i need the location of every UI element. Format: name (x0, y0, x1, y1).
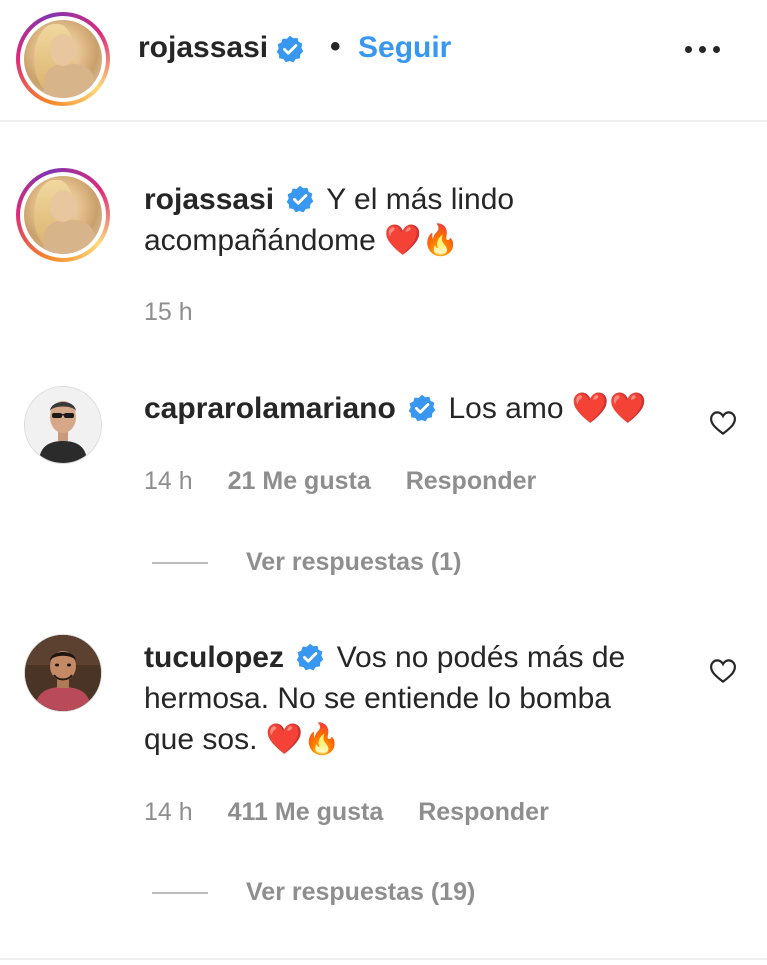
view-replies-label: Ver respuestas (19) (246, 878, 476, 906)
comment-line-3: que sos. (144, 723, 258, 756)
comment-meta: 14 h 21 Me gusta Responder (144, 467, 564, 496)
like-heart-icon[interactable] (708, 408, 738, 438)
comment-meta: 14 h 411 Me gusta Responder (144, 798, 577, 827)
comment-username[interactable]: tuculopez (144, 641, 284, 674)
comment-emoji: ❤️❤️ (571, 392, 647, 425)
caption-text: rojassasi Y el más lindo acompañándome ❤… (144, 179, 704, 261)
verified-badge-icon (297, 643, 324, 671)
comment-likes[interactable]: 411 Me gusta (228, 798, 384, 826)
comment-time[interactable]: 14 h (144, 467, 193, 495)
comment-text: caprarolamariano Los amo ❤️❤️ (144, 388, 704, 429)
author-avatar[interactable] (16, 12, 110, 106)
caption-line-1: Y el más lindo (326, 183, 515, 216)
verified-badge-icon (277, 35, 304, 63)
replies-divider (152, 562, 208, 565)
caption-username[interactable]: rojassasi (144, 183, 274, 216)
comment-likes[interactable]: 21 Me gusta (228, 467, 371, 495)
caption-emoji: ❤️🔥 (384, 224, 459, 257)
caption-meta: 15 h (144, 298, 221, 327)
view-replies-label: Ver respuestas (1) (246, 548, 462, 576)
view-replies-button[interactable]: Ver respuestas (19) (152, 878, 475, 907)
comment-avatar[interactable] (24, 386, 102, 464)
comment-avatar[interactable] (24, 634, 102, 712)
caption-line-2: acompañándome (144, 224, 376, 257)
comment-time[interactable]: 14 h (144, 798, 193, 826)
verified-badge-icon (408, 394, 436, 422)
comment-line-2: hermosa. No se entiende lo bomba (144, 682, 611, 715)
replies-divider (152, 892, 208, 895)
caption-avatar[interactable] (16, 168, 110, 262)
comment-emoji: ❤️🔥 (265, 723, 341, 756)
comment-line-1: Vos no podés más de (336, 641, 626, 674)
post-header: rojassasi • Seguir (0, 0, 767, 122)
comment-text: tuculopez Vos no podés más de hermosa. N… (144, 637, 704, 760)
more-options-icon[interactable] (683, 44, 723, 56)
author-username[interactable]: rojassasi (138, 31, 304, 65)
caption-time[interactable]: 15 h (144, 298, 193, 326)
view-replies-button[interactable]: Ver respuestas (1) (152, 548, 461, 577)
separator-dot: • (330, 30, 341, 63)
comment-body: Los amo (448, 392, 564, 425)
follow-button[interactable]: Seguir (358, 31, 451, 65)
like-heart-icon[interactable] (708, 656, 738, 686)
bottom-divider (0, 958, 767, 960)
comment-username[interactable]: caprarolamariano (144, 392, 396, 425)
verified-badge-icon (287, 185, 314, 213)
reply-button[interactable]: Responder (406, 467, 537, 495)
reply-button[interactable]: Responder (418, 798, 549, 826)
